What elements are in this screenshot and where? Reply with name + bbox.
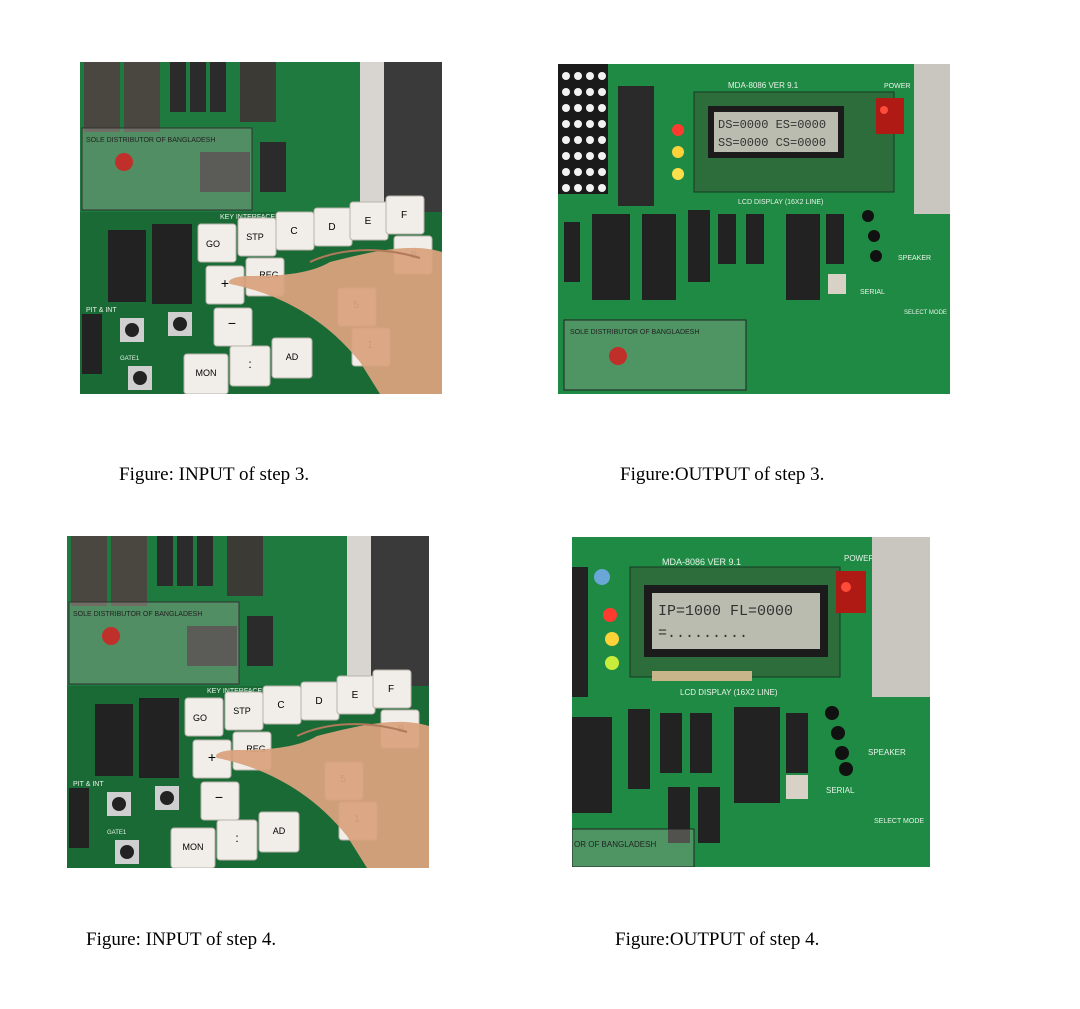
keypad-board-illustration-2: SOLE DISTRIBUTOR OF BANGLADESH KEY INTER… [67,536,429,868]
figure-output-step4-photo: MDA-8086 VER 9.1 IP=1000 FL=0000 =......… [572,537,930,867]
key-f-label: F [388,684,394,695]
key-minus-label: − [215,789,223,805]
led-yellow [672,146,684,158]
lcd-display-label: LCD DISPLAY (16X2 LINE) [738,199,823,206]
led-red [603,608,617,622]
power-label: POWER [844,554,874,563]
key-e-label: E [365,216,372,227]
board-model-label: MDA-8086 VER 9.1 [728,81,799,90]
power-label: POWER [884,83,910,90]
key-colon-label: : [248,357,251,371]
lcd-line1: IP=1000 FL=0000 [658,603,793,620]
serial-label: SERIAL [860,289,885,296]
lcd-line2: SS=0000 CS=0000 [718,136,826,150]
key-mon-label: MON [183,842,204,852]
distributor-label-output: OR OF BANGLADESH [574,840,656,849]
caption-input-step3: Figure: INPUT of step 3. [119,464,310,485]
distributor-label-output: SOLE DISTRIBUTOR OF BANGLADESH [570,329,699,336]
section-pit-int: PIT & INT [86,307,117,314]
key-ad-label: AD [286,352,299,362]
key-plus-label: + [208,749,216,765]
select-mode-label: SELECT MODE [874,818,924,825]
key-go-label: GO [206,239,220,249]
serial-label: SERIAL [826,786,855,795]
figure-input-step3-photo: SOLE DISTRIBUTOR OF BANGLADESH KEY INTER… [80,62,442,394]
key-c-label: C [290,226,297,237]
caption-input-step4: Figure: INPUT of step 4. [86,929,277,950]
key-colon-label: : [235,831,238,845]
key-c-label: C [277,700,284,711]
caption-output-step3: Figure:OUTPUT of step 3. [620,464,825,485]
lcd-board-illustration: MDA-8086 VER 9.1 DS=0000 ES=0000 SS=0000… [558,64,950,394]
key-stp-label: STP [246,232,264,242]
distributor-label: SOLE DISTRIBUTOR OF BANGLADESH [86,137,215,144]
section-gate1: GATE1 [107,830,127,836]
led-yellow-2 [672,168,684,180]
key-e-label: E [352,690,359,701]
speaker-label: SPEAKER [868,748,906,757]
key-go-label: GO [193,713,207,723]
keypad-board-illustration: SOLE DISTRIBUTOR OF BANGLADESH KEY INTER… [80,62,442,394]
key-mon-label: MON [196,368,217,378]
lcd-line1: DS=0000 ES=0000 [718,118,826,132]
select-mode-label: SELECT MODE [904,310,947,316]
led-green [605,656,619,670]
board-model-label: MDA-8086 VER 9.1 [662,557,741,567]
led-yellow [605,632,619,646]
key-minus-label: − [228,315,236,331]
figure-input-step4-photo: SOLE DISTRIBUTOR OF BANGLADESH KEY INTER… [67,536,429,868]
caption-output-step4: Figure:OUTPUT of step 4. [615,929,820,950]
lcd-display-label: LCD DISPLAY (16X2 LINE) [680,688,778,697]
lcd-line2: =......... [658,625,748,642]
section-gate1: GATE1 [120,356,140,362]
figure-output-step3-photo: MDA-8086 VER 9.1 DS=0000 ES=0000 SS=0000… [558,64,950,394]
section-pit-int: PIT & INT [73,781,104,788]
key-d-label: D [328,222,335,233]
key-d-label: D [315,696,322,707]
key-f-label: F [401,210,407,221]
led-red [672,124,684,136]
key-ad-label: AD [273,826,286,836]
key-stp-label: STP [233,706,251,716]
lcd-board-illustration-2: MDA-8086 VER 9.1 IP=1000 FL=0000 =......… [572,537,930,867]
key-plus-label: + [221,275,229,291]
distributor-label: SOLE DISTRIBUTOR OF BANGLADESH [73,611,202,618]
speaker-label: SPEAKER [898,255,931,262]
